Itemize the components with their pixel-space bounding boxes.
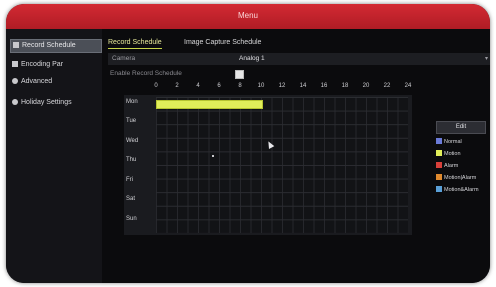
camera-row: Camera Analog 1 ▾: [108, 53, 490, 65]
sidebar-item-advanced[interactable]: Advanced: [10, 76, 100, 88]
app-window: Menu Record Schedule Encoding Par Advanc…: [6, 4, 490, 283]
legend-label: Motion|Alarm: [444, 175, 477, 181]
edit-button[interactable]: Edit: [436, 121, 486, 134]
legend-label: Motion&Alarm: [444, 187, 479, 193]
day-label-sat: Sat: [126, 196, 136, 203]
tab-image-capture-schedule[interactable]: Image Capture Schedule: [184, 37, 261, 48]
hour-tick-label: 18: [341, 83, 349, 89]
hour-tick-label: 0: [154, 83, 158, 89]
window-title: Menu: [237, 11, 258, 20]
hour-tick-label: 6: [217, 83, 221, 89]
day-label-sun: Sun: [126, 215, 137, 222]
legend-label: Motion: [444, 151, 461, 157]
enable-record-checkbox[interactable]: [235, 70, 244, 79]
chevron-down-icon[interactable]: ▾: [485, 55, 488, 62]
hour-tick-label: 12: [278, 83, 286, 89]
sidebar-item-holiday[interactable]: Holiday Settings: [10, 97, 100, 109]
legend-swatch: [436, 174, 442, 180]
hour-tick-label: 16: [320, 83, 328, 89]
hour-tick-label: 14: [299, 83, 307, 89]
calendar-icon: [13, 42, 19, 48]
legend-swatch: [436, 150, 442, 156]
sidebar-item-label: Holiday Settings: [21, 99, 72, 106]
legend-item-motion-or-alarm: Motion|Alarm: [436, 173, 490, 183]
day-label-mon: Mon: [126, 99, 138, 105]
hour-tick-label: 10: [257, 83, 265, 89]
hour-tick-label: 4: [196, 83, 200, 89]
legend-swatch: [436, 186, 442, 192]
sidebar-item-encoding[interactable]: Encoding Par: [10, 59, 100, 71]
legend-item-alarm: Alarm: [436, 161, 490, 171]
tab-record-schedule[interactable]: Record Schedule: [108, 37, 162, 49]
sidebar-item-label: Advanced: [21, 78, 53, 85]
legend-item-motion: Motion: [436, 149, 490, 159]
legend-label: Alarm: [444, 163, 459, 169]
hour-tick-label: 20: [362, 83, 370, 89]
sidebar-item-record-schedule[interactable]: Record Schedule: [10, 39, 102, 53]
schedule-grid: Mon Tue Wed Thu Fri Sat Sun: [124, 95, 412, 235]
legend-swatch: [436, 138, 442, 144]
schedule-block[interactable]: [156, 100, 263, 109]
day-label-tue: Tue: [126, 118, 137, 125]
title-bar: Menu: [6, 4, 490, 29]
holiday-icon: [12, 99, 18, 105]
legend-item-normal: Normal: [436, 137, 490, 147]
film-icon: [12, 61, 18, 67]
gear-icon: [12, 78, 18, 84]
legend-item-motion-and-alarm: Motion&Alarm: [436, 185, 490, 195]
camera-select[interactable]: Analog 1: [239, 55, 265, 62]
day-label-thu: Thu: [126, 157, 137, 164]
enable-record-label: Enable Record Schedule: [110, 70, 182, 77]
hour-tick-label: 2: [175, 83, 179, 89]
hour-tick-label: 8: [238, 83, 242, 89]
sidebar-item-label: Record Schedule: [22, 42, 76, 49]
hour-axis: 0 2 4 6 8 10 12 14 16 18 20 22 24: [150, 83, 411, 93]
schedule-cells[interactable]: [156, 97, 408, 233]
day-label-fri: Fri: [126, 176, 133, 183]
legend: Edit Normal Motion Alarm Motion|Alarm Mo…: [436, 121, 490, 241]
hour-tick-label: 24: [404, 83, 412, 89]
hour-tick-label: 22: [383, 83, 391, 89]
cursor-dot: [212, 155, 214, 157]
main-panel: Record Schedule Image Capture Schedule C…: [102, 29, 490, 283]
legend-swatch: [436, 162, 442, 168]
sidebar-item-label: Encoding Par: [21, 61, 64, 68]
camera-label: Camera: [112, 55, 136, 62]
day-label-wed: Wed: [126, 137, 139, 144]
sidebar: Record Schedule Encoding Par Advanced Ho…: [6, 29, 102, 283]
legend-label: Normal: [444, 139, 462, 145]
